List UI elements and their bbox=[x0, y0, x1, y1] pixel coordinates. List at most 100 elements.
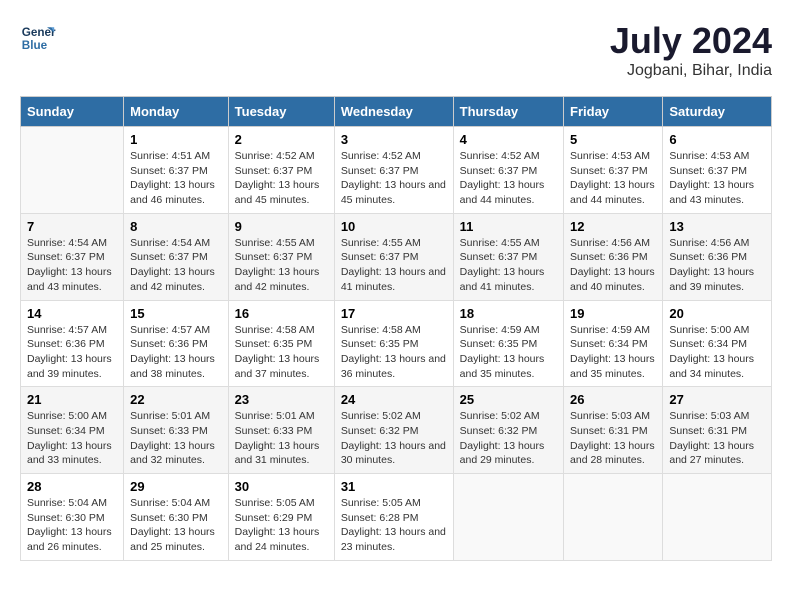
day-cell bbox=[663, 474, 772, 561]
day-cell: 31 Sunrise: 5:05 AM Sunset: 6:28 PM Dayl… bbox=[334, 474, 453, 561]
day-number: 12 bbox=[570, 219, 656, 234]
day-info: Sunrise: 4:55 AM Sunset: 6:37 PM Dayligh… bbox=[460, 236, 557, 295]
day-cell: 25 Sunrise: 5:02 AM Sunset: 6:32 PM Dayl… bbox=[453, 387, 563, 474]
day-info: Sunrise: 4:52 AM Sunset: 6:37 PM Dayligh… bbox=[341, 149, 447, 208]
day-cell bbox=[21, 127, 124, 214]
day-cell: 1 Sunrise: 4:51 AM Sunset: 6:37 PM Dayli… bbox=[124, 127, 229, 214]
logo: General Blue bbox=[20, 20, 56, 56]
day-cell: 2 Sunrise: 4:52 AM Sunset: 6:37 PM Dayli… bbox=[228, 127, 334, 214]
day-cell: 30 Sunrise: 5:05 AM Sunset: 6:29 PM Dayl… bbox=[228, 474, 334, 561]
day-info: Sunrise: 5:05 AM Sunset: 6:28 PM Dayligh… bbox=[341, 496, 447, 555]
day-number: 15 bbox=[130, 306, 222, 321]
day-number: 14 bbox=[27, 306, 117, 321]
header-sunday: Sunday bbox=[21, 97, 124, 127]
day-number: 24 bbox=[341, 392, 447, 407]
day-info: Sunrise: 4:57 AM Sunset: 6:36 PM Dayligh… bbox=[130, 323, 222, 382]
day-number: 26 bbox=[570, 392, 656, 407]
day-info: Sunrise: 4:58 AM Sunset: 6:35 PM Dayligh… bbox=[235, 323, 328, 382]
week-row-3: 14 Sunrise: 4:57 AM Sunset: 6:36 PM Dayl… bbox=[21, 300, 772, 387]
day-info: Sunrise: 4:52 AM Sunset: 6:37 PM Dayligh… bbox=[460, 149, 557, 208]
day-number: 7 bbox=[27, 219, 117, 234]
day-info: Sunrise: 4:51 AM Sunset: 6:37 PM Dayligh… bbox=[130, 149, 222, 208]
day-number: 6 bbox=[669, 132, 765, 147]
day-cell: 17 Sunrise: 4:58 AM Sunset: 6:35 PM Dayl… bbox=[334, 300, 453, 387]
day-info: Sunrise: 4:54 AM Sunset: 6:37 PM Dayligh… bbox=[27, 236, 117, 295]
svg-text:Blue: Blue bbox=[22, 39, 48, 52]
day-cell: 9 Sunrise: 4:55 AM Sunset: 6:37 PM Dayli… bbox=[228, 213, 334, 300]
day-cell: 10 Sunrise: 4:55 AM Sunset: 6:37 PM Dayl… bbox=[334, 213, 453, 300]
day-number: 16 bbox=[235, 306, 328, 321]
day-cell: 19 Sunrise: 4:59 AM Sunset: 6:34 PM Dayl… bbox=[564, 300, 663, 387]
day-cell: 26 Sunrise: 5:03 AM Sunset: 6:31 PM Dayl… bbox=[564, 387, 663, 474]
day-info: Sunrise: 5:03 AM Sunset: 6:31 PM Dayligh… bbox=[669, 409, 765, 468]
day-cell: 28 Sunrise: 5:04 AM Sunset: 6:30 PM Dayl… bbox=[21, 474, 124, 561]
day-info: Sunrise: 5:01 AM Sunset: 6:33 PM Dayligh… bbox=[130, 409, 222, 468]
day-info: Sunrise: 4:57 AM Sunset: 6:36 PM Dayligh… bbox=[27, 323, 117, 382]
calendar-title: July 2024 bbox=[610, 20, 772, 62]
day-number: 10 bbox=[341, 219, 447, 234]
day-info: Sunrise: 4:54 AM Sunset: 6:37 PM Dayligh… bbox=[130, 236, 222, 295]
day-info: Sunrise: 5:01 AM Sunset: 6:33 PM Dayligh… bbox=[235, 409, 328, 468]
day-number: 21 bbox=[27, 392, 117, 407]
day-number: 2 bbox=[235, 132, 328, 147]
day-cell: 20 Sunrise: 5:00 AM Sunset: 6:34 PM Dayl… bbox=[663, 300, 772, 387]
day-cell: 7 Sunrise: 4:54 AM Sunset: 6:37 PM Dayli… bbox=[21, 213, 124, 300]
page-header: General Blue July 2024 Jogbani, Bihar, I… bbox=[20, 20, 772, 80]
day-number: 5 bbox=[570, 132, 656, 147]
title-block: July 2024 Jogbani, Bihar, India bbox=[610, 20, 772, 80]
day-number: 27 bbox=[669, 392, 765, 407]
header-monday: Monday bbox=[124, 97, 229, 127]
day-number: 25 bbox=[460, 392, 557, 407]
day-cell: 14 Sunrise: 4:57 AM Sunset: 6:36 PM Dayl… bbox=[21, 300, 124, 387]
day-info: Sunrise: 5:02 AM Sunset: 6:32 PM Dayligh… bbox=[460, 409, 557, 468]
day-cell: 22 Sunrise: 5:01 AM Sunset: 6:33 PM Dayl… bbox=[124, 387, 229, 474]
day-cell: 8 Sunrise: 4:54 AM Sunset: 6:37 PM Dayli… bbox=[124, 213, 229, 300]
day-cell bbox=[453, 474, 563, 561]
day-cell: 12 Sunrise: 4:56 AM Sunset: 6:36 PM Dayl… bbox=[564, 213, 663, 300]
week-row-5: 28 Sunrise: 5:04 AM Sunset: 6:30 PM Dayl… bbox=[21, 474, 772, 561]
day-cell: 27 Sunrise: 5:03 AM Sunset: 6:31 PM Dayl… bbox=[663, 387, 772, 474]
day-info: Sunrise: 4:55 AM Sunset: 6:37 PM Dayligh… bbox=[235, 236, 328, 295]
day-cell: 18 Sunrise: 4:59 AM Sunset: 6:35 PM Dayl… bbox=[453, 300, 563, 387]
day-number: 30 bbox=[235, 479, 328, 494]
day-number: 13 bbox=[669, 219, 765, 234]
day-info: Sunrise: 4:58 AM Sunset: 6:35 PM Dayligh… bbox=[341, 323, 447, 382]
day-number: 8 bbox=[130, 219, 222, 234]
header-tuesday: Tuesday bbox=[228, 97, 334, 127]
day-cell: 15 Sunrise: 4:57 AM Sunset: 6:36 PM Dayl… bbox=[124, 300, 229, 387]
day-info: Sunrise: 5:04 AM Sunset: 6:30 PM Dayligh… bbox=[27, 496, 117, 555]
week-row-1: 1 Sunrise: 4:51 AM Sunset: 6:37 PM Dayli… bbox=[21, 127, 772, 214]
day-number: 28 bbox=[27, 479, 117, 494]
day-number: 1 bbox=[130, 132, 222, 147]
header-wednesday: Wednesday bbox=[334, 97, 453, 127]
day-info: Sunrise: 4:56 AM Sunset: 6:36 PM Dayligh… bbox=[570, 236, 656, 295]
calendar-table: Sunday Monday Tuesday Wednesday Thursday… bbox=[20, 96, 772, 561]
day-info: Sunrise: 4:53 AM Sunset: 6:37 PM Dayligh… bbox=[669, 149, 765, 208]
day-info: Sunrise: 4:56 AM Sunset: 6:36 PM Dayligh… bbox=[669, 236, 765, 295]
day-number: 31 bbox=[341, 479, 447, 494]
day-number: 17 bbox=[341, 306, 447, 321]
header-friday: Friday bbox=[564, 97, 663, 127]
day-cell: 16 Sunrise: 4:58 AM Sunset: 6:35 PM Dayl… bbox=[228, 300, 334, 387]
day-info: Sunrise: 5:05 AM Sunset: 6:29 PM Dayligh… bbox=[235, 496, 328, 555]
day-cell: 6 Sunrise: 4:53 AM Sunset: 6:37 PM Dayli… bbox=[663, 127, 772, 214]
day-number: 20 bbox=[669, 306, 765, 321]
header-saturday: Saturday bbox=[663, 97, 772, 127]
day-number: 11 bbox=[460, 219, 557, 234]
day-info: Sunrise: 4:59 AM Sunset: 6:35 PM Dayligh… bbox=[460, 323, 557, 382]
day-info: Sunrise: 5:00 AM Sunset: 6:34 PM Dayligh… bbox=[669, 323, 765, 382]
day-number: 19 bbox=[570, 306, 656, 321]
day-cell: 13 Sunrise: 4:56 AM Sunset: 6:36 PM Dayl… bbox=[663, 213, 772, 300]
day-cell: 11 Sunrise: 4:55 AM Sunset: 6:37 PM Dayl… bbox=[453, 213, 563, 300]
calendar-subtitle: Jogbani, Bihar, India bbox=[610, 62, 772, 80]
day-cell: 24 Sunrise: 5:02 AM Sunset: 6:32 PM Dayl… bbox=[334, 387, 453, 474]
day-number: 4 bbox=[460, 132, 557, 147]
day-number: 22 bbox=[130, 392, 222, 407]
day-info: Sunrise: 4:55 AM Sunset: 6:37 PM Dayligh… bbox=[341, 236, 447, 295]
day-info: Sunrise: 5:04 AM Sunset: 6:30 PM Dayligh… bbox=[130, 496, 222, 555]
day-cell: 21 Sunrise: 5:00 AM Sunset: 6:34 PM Dayl… bbox=[21, 387, 124, 474]
day-cell bbox=[564, 474, 663, 561]
header-row: Sunday Monday Tuesday Wednesday Thursday… bbox=[21, 97, 772, 127]
day-number: 3 bbox=[341, 132, 447, 147]
day-info: Sunrise: 4:52 AM Sunset: 6:37 PM Dayligh… bbox=[235, 149, 328, 208]
